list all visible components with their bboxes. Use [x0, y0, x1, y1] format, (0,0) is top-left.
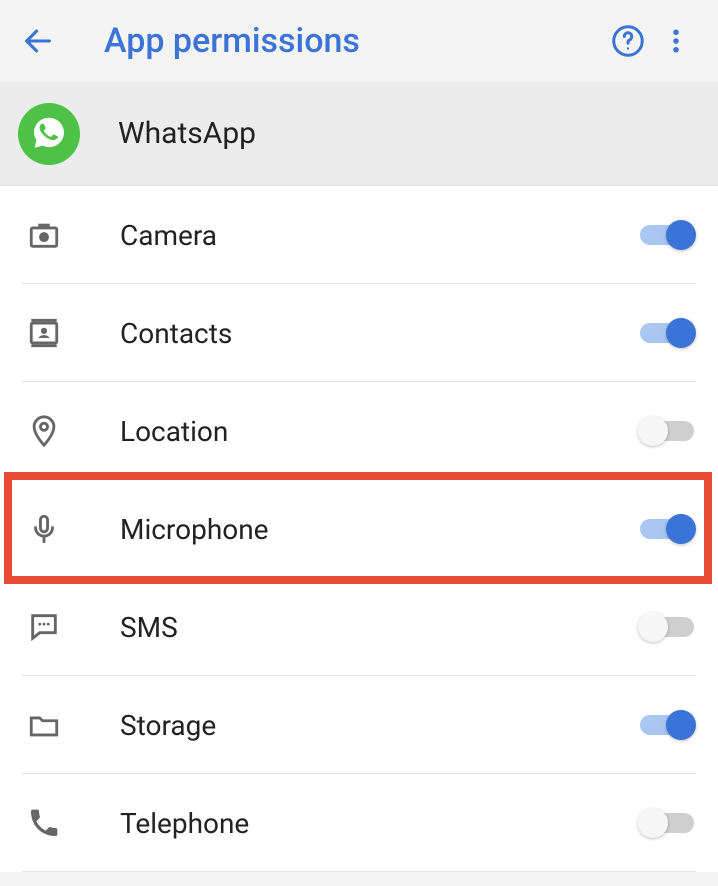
permission-toggle-camera[interactable]	[638, 217, 696, 253]
permission-label: Storage	[120, 709, 638, 742]
whatsapp-app-icon	[18, 103, 80, 165]
permission-label: Contacts	[120, 317, 638, 350]
permission-label: Microphone	[120, 513, 638, 546]
sms-icon	[22, 605, 66, 649]
permission-row-camera[interactable]: Camera	[0, 186, 718, 284]
location-icon	[22, 409, 66, 453]
permission-label: SMS	[120, 611, 638, 644]
help-icon	[610, 23, 646, 59]
contacts-icon	[22, 311, 66, 355]
storage-icon	[22, 703, 66, 747]
permission-label: Camera	[120, 219, 638, 252]
back-button[interactable]	[18, 21, 58, 61]
permission-toggle-storage[interactable]	[638, 707, 696, 743]
page-title: App permissions	[104, 21, 604, 61]
toolbar: App permissions	[0, 0, 718, 82]
camera-icon	[22, 213, 66, 257]
permission-row-telephone[interactable]: Telephone	[0, 774, 718, 872]
permission-row-location[interactable]: Location	[0, 382, 718, 480]
permission-toggle-sms[interactable]	[638, 609, 696, 645]
app-name-label: WhatsApp	[118, 116, 256, 151]
permission-row-microphone[interactable]: Microphone	[0, 480, 718, 578]
permission-row-sms[interactable]: SMS	[0, 578, 718, 676]
permission-toggle-location[interactable]	[638, 413, 696, 449]
phone-icon	[22, 801, 66, 845]
help-button[interactable]	[604, 17, 652, 65]
permission-list: Camera Contacts Location Microphone SMS	[0, 186, 718, 872]
microphone-icon	[22, 507, 66, 551]
divider	[22, 871, 696, 872]
permission-row-contacts[interactable]: Contacts	[0, 284, 718, 382]
whatsapp-icon	[29, 114, 69, 154]
arrow-back-icon	[21, 24, 55, 58]
permission-toggle-telephone[interactable]	[638, 805, 696, 841]
permission-row-storage[interactable]: Storage	[0, 676, 718, 774]
more-vert-icon	[661, 26, 691, 56]
app-header: WhatsApp	[0, 82, 718, 186]
overflow-menu-button[interactable]	[652, 17, 700, 65]
permission-label: Location	[120, 415, 638, 448]
permission-toggle-contacts[interactable]	[638, 315, 696, 351]
permission-label: Telephone	[120, 807, 638, 840]
permission-toggle-microphone[interactable]	[638, 511, 696, 547]
